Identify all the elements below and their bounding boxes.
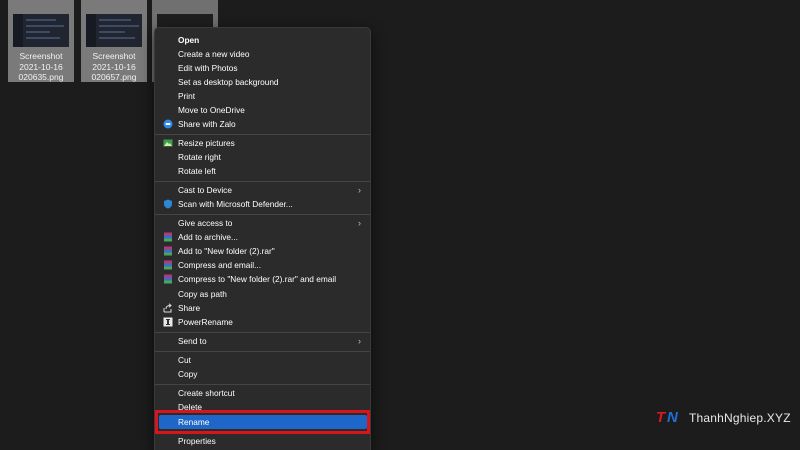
menu-item-compress-email[interactable]: Compress and email...	[159, 258, 367, 272]
menu-separator	[155, 384, 370, 385]
desktop-file-screenshot-020657[interactable]: Screenshot 2021-10-16 020657.png	[81, 0, 147, 82]
menu-item-powerrename[interactable]: PowerRename	[159, 315, 367, 329]
menu-item-move-onedrive[interactable]: Move to OneDrive	[159, 103, 367, 117]
image-resizer-icon	[163, 138, 173, 148]
menu-item-compress-rar-email[interactable]: Compress to "New folder (2).rar" and ema…	[159, 272, 367, 286]
menu-item-edit-photos[interactable]: Edit with Photos	[159, 61, 367, 75]
menu-item-resize-pictures[interactable]: Resize pictures	[159, 136, 367, 150]
watermark-text: ThanhNghiep.XYZ	[689, 411, 791, 425]
menu-item-give-access[interactable]: Give access to ›	[159, 216, 367, 230]
menu-item-cut[interactable]: Cut	[159, 353, 367, 367]
zalo-icon	[163, 119, 173, 129]
file-name: Screenshot 2021-10-16 020635.png	[18, 51, 64, 82]
menu-item-add-rar[interactable]: Add to "New folder (2).rar"	[159, 244, 367, 258]
menu-separator	[155, 214, 370, 215]
file-name: Screenshot 2021-10-16 020657.png	[91, 51, 137, 82]
menu-item-copy[interactable]: Copy	[159, 367, 367, 381]
menu-item-scan-defender[interactable]: Scan with Microsoft Defender...	[159, 197, 367, 211]
winrar-icon	[163, 274, 173, 284]
menu-item-create-shortcut[interactable]: Create shortcut	[159, 386, 367, 400]
menu-item-share[interactable]: Share	[159, 301, 367, 315]
menu-item-copy-path[interactable]: Copy as path	[159, 287, 367, 301]
winrar-icon	[163, 232, 173, 242]
watermark-logo: T N	[656, 409, 678, 426]
menu-separator	[155, 134, 370, 135]
defender-shield-icon	[163, 199, 173, 209]
chevron-right-icon: ›	[358, 336, 361, 346]
menu-item-open[interactable]: Open	[159, 33, 367, 47]
chevron-right-icon: ›	[358, 218, 361, 228]
menu-item-add-archive[interactable]: Add to archive...	[159, 230, 367, 244]
menu-item-rotate-right[interactable]: Rotate right	[159, 150, 367, 164]
winrar-icon	[163, 246, 173, 256]
menu-item-rotate-left[interactable]: Rotate left	[159, 164, 367, 178]
context-menu: Open Create a new video Edit with Photos…	[154, 27, 371, 450]
powerrename-icon	[163, 317, 173, 327]
menu-item-properties[interactable]: Properties	[159, 434, 367, 448]
file-thumbnail	[86, 14, 142, 47]
menu-separator	[155, 351, 370, 352]
menu-item-send-to[interactable]: Send to ›	[159, 334, 367, 348]
desktop-file-screenshot-020635[interactable]: Screenshot 2021-10-16 020635.png	[8, 0, 74, 82]
menu-item-cast-device[interactable]: Cast to Device ›	[159, 183, 367, 197]
watermark: T N ThanhNghiep.XYZ	[656, 408, 791, 428]
menu-item-print[interactable]: Print	[159, 89, 367, 103]
share-icon	[163, 303, 173, 313]
menu-separator	[155, 332, 370, 333]
file-thumbnail	[13, 14, 69, 47]
menu-item-share-zalo[interactable]: Share with Zalo	[159, 117, 367, 131]
winrar-icon	[163, 260, 173, 270]
menu-separator	[155, 181, 370, 182]
menu-item-create-video[interactable]: Create a new video	[159, 47, 367, 61]
menu-item-set-background[interactable]: Set as desktop background	[159, 75, 367, 89]
rename-highlight-box	[155, 410, 370, 434]
chevron-right-icon: ›	[358, 185, 361, 195]
